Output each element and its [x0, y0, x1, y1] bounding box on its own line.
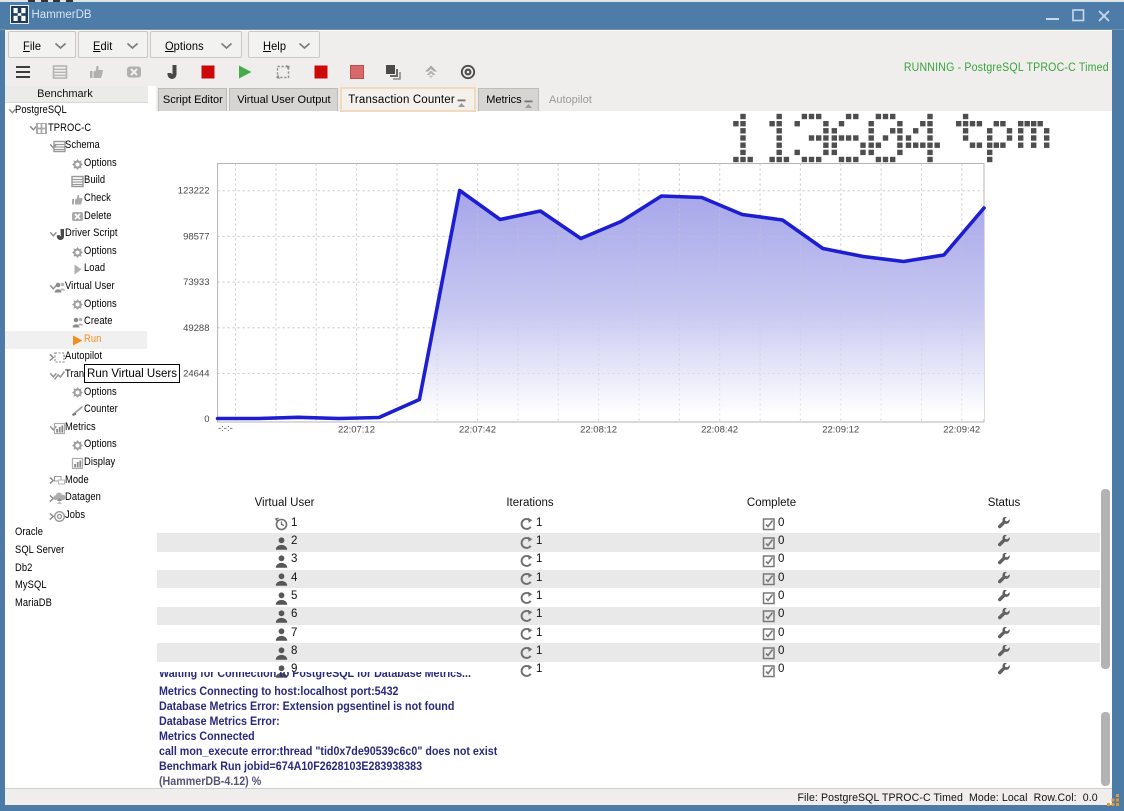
svg-text:0: 0 — [204, 414, 209, 425]
svg-text:-:-:-: -:-:- — [218, 423, 233, 434]
svg-text:123222: 123222 — [178, 186, 210, 197]
svg-text:22:08:42: 22:08:42 — [701, 425, 738, 436]
svg-text:22:08:12: 22:08:12 — [580, 425, 617, 436]
svg-text:22:09:42: 22:09:42 — [943, 425, 980, 436]
svg-text:24644: 24644 — [183, 369, 209, 380]
svg-text:98577: 98577 — [183, 231, 209, 242]
svg-text:22:09:12: 22:09:12 — [822, 425, 859, 436]
svg-text:22:07:12: 22:07:12 — [338, 425, 375, 436]
svg-text:22:07:42: 22:07:42 — [459, 425, 496, 436]
svg-text:73933: 73933 — [183, 277, 209, 288]
svg-text:49288: 49288 — [183, 323, 209, 334]
